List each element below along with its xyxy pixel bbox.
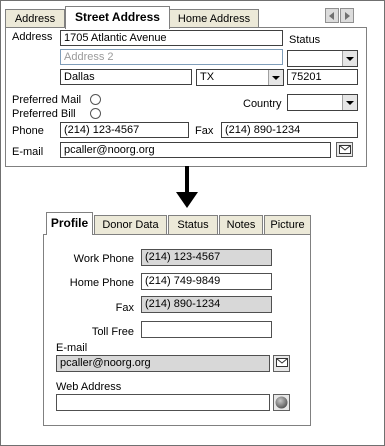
fax-field[interactable]: (214) 890-1234 [141, 296, 272, 313]
email-label: E-mail [56, 342, 88, 354]
tab-scroll-right-button[interactable] [340, 8, 354, 23]
address-label: Address [12, 31, 53, 43]
address-tabs: Address Street Address Home Address [5, 6, 367, 29]
tab-picture[interactable]: Picture [264, 215, 311, 234]
chevron-down-icon [268, 70, 283, 85]
work-phone-label: Work Phone [73, 253, 134, 265]
envelope-icon [276, 358, 288, 367]
send-email-button[interactable] [273, 355, 290, 372]
toll-free-field[interactable] [141, 321, 272, 338]
preferred-mail-label: Preferred Mail [12, 94, 82, 106]
address2-field[interactable]: Address 2 [60, 49, 283, 65]
address1-field[interactable]: 1705 Atlantic Avenue [60, 30, 283, 46]
status-select[interactable] [287, 50, 358, 67]
country-label: Country [243, 98, 282, 110]
chevron-down-icon [342, 51, 357, 66]
email-field[interactable]: pcaller@noorg.org [60, 142, 331, 158]
web-address-field[interactable] [56, 394, 270, 411]
fax-label: Fax [195, 125, 214, 137]
phone-label: Phone [12, 125, 44, 137]
tab-address[interactable]: Address [5, 9, 65, 28]
email-field[interactable]: pcaller@noorg.org [56, 355, 270, 372]
tab-scroll-left-button[interactable] [325, 8, 339, 23]
email-label: E-mail [12, 146, 44, 158]
state-value: TX [200, 71, 215, 83]
fax-field[interactable]: (214) 890-1234 [221, 122, 358, 138]
state-select[interactable]: TX [196, 69, 284, 86]
open-web-button[interactable] [273, 394, 290, 411]
fax-label: Fax [115, 302, 134, 314]
home-phone-field[interactable]: (214) 749-9849 [141, 273, 272, 290]
preferred-mail-radio[interactable] [90, 94, 101, 105]
city-field[interactable]: Dallas [60, 69, 192, 85]
work-phone-field[interactable]: (214) 123-4567 [141, 249, 272, 266]
send-email-button[interactable] [336, 142, 353, 157]
tab-home-address[interactable]: Home Address [169, 9, 259, 28]
preferred-bill-radio[interactable] [90, 108, 101, 119]
phone-field[interactable]: (214) 123-4567 [60, 122, 189, 138]
down-arrow-icon [176, 166, 198, 208]
street-address-tab-body: Address 1705 Atlantic Avenue Status Addr… [5, 27, 367, 167]
status-label: Status [289, 34, 321, 46]
home-phone-label: Home Phone [69, 277, 134, 289]
tab-profile[interactable]: Profile [46, 212, 93, 235]
chevron-down-icon [342, 95, 357, 110]
profile-tab-body: Work Phone (214) 123-4567 Home Phone (21… [43, 234, 311, 426]
web-address-label: Web Address [56, 381, 122, 393]
tab-street-address[interactable]: Street Address [65, 6, 170, 29]
envelope-icon [339, 145, 351, 154]
country-select[interactable] [287, 94, 358, 111]
tab-donor-data[interactable]: Donor Data [94, 215, 167, 234]
address-panel: Address Street Address Home Address Addr… [5, 6, 367, 167]
toll-free-label: Toll Free [91, 326, 134, 338]
zip-field[interactable]: 75201 [287, 69, 358, 85]
tab-notes[interactable]: Notes [219, 215, 263, 234]
profile-panel: Profile Donor Data Status Notes Picture … [43, 212, 311, 428]
preferred-bill-label: Preferred Bill [12, 108, 76, 120]
tab-status[interactable]: Status [168, 215, 218, 234]
globe-icon [275, 396, 288, 409]
